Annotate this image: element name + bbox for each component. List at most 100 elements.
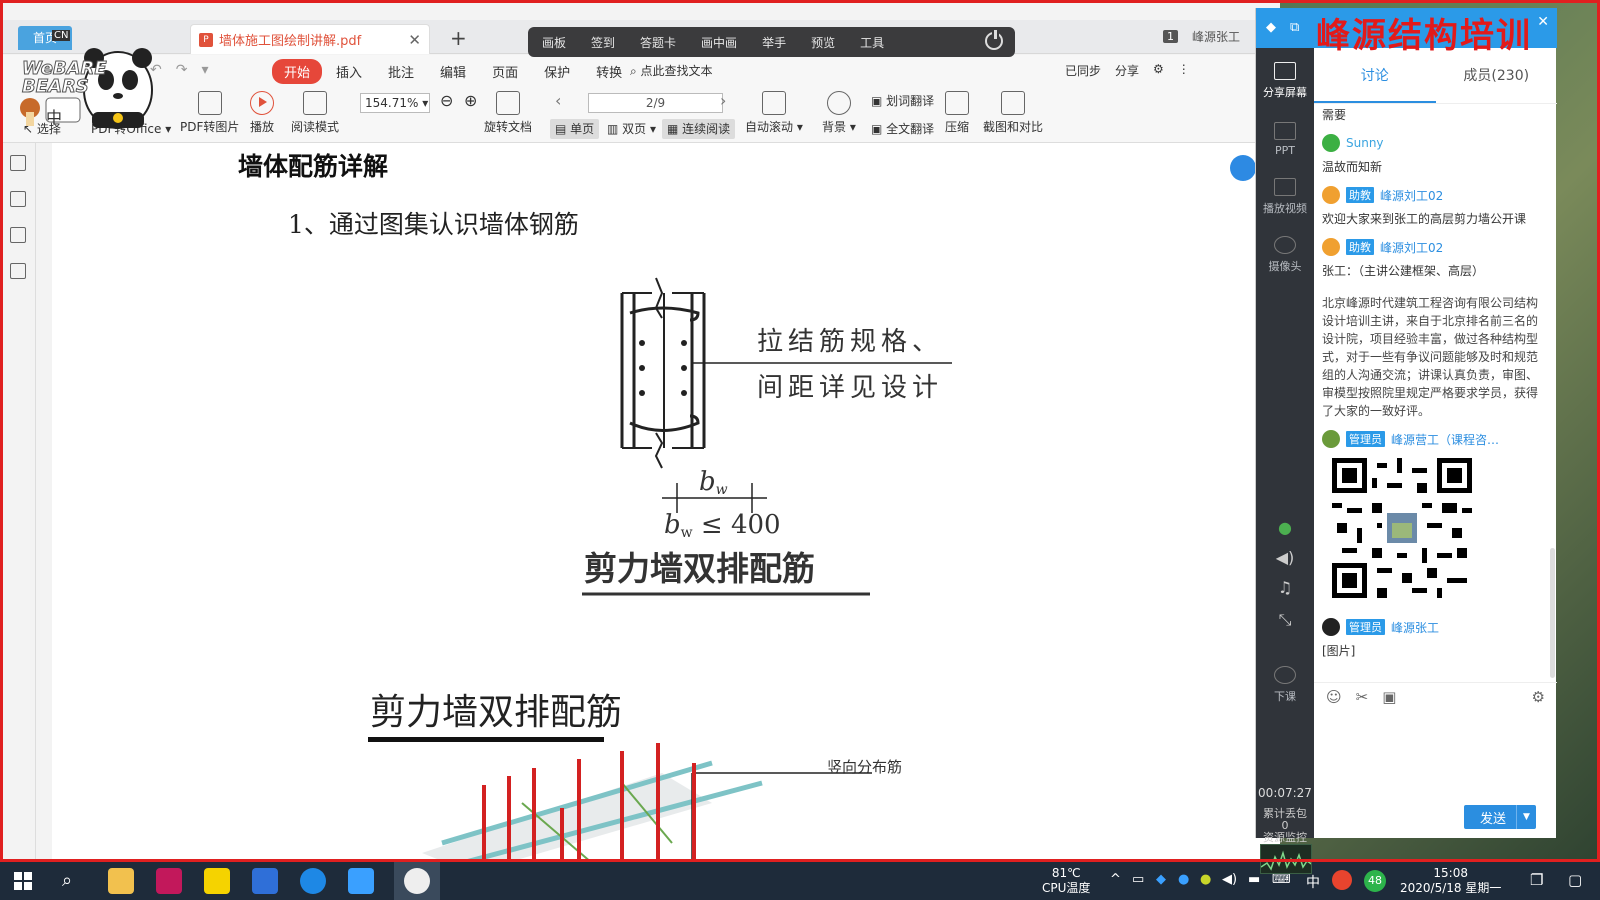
search-icon[interactable]: ⌕ (62, 870, 72, 891)
menu-protect[interactable]: 保护 (532, 59, 582, 84)
redo-icon[interactable]: ↷ (176, 62, 188, 78)
toolbar-preview[interactable]: 预览 (811, 34, 835, 51)
notification-count-badge[interactable]: 48 (1364, 870, 1386, 892)
toolbar-raise-hand[interactable]: 举手 (762, 34, 786, 51)
tray-app-icon[interactable]: ◆ (1156, 872, 1166, 887)
background-button[interactable]: 背景 ▾ (822, 91, 856, 135)
microphone-icon[interactable]: ● (1256, 518, 1314, 537)
play-button[interactable]: 播放 (250, 91, 274, 135)
task-view-icon[interactable]: ❐ (1530, 871, 1543, 889)
image-icon[interactable]: ▣ (1382, 688, 1396, 706)
toolbar-answer-card[interactable]: 答题卡 (640, 34, 676, 51)
dropdown-icon[interactable]: ▾ (201, 62, 208, 78)
double-page-button[interactable]: ▥ 双页 ▾ (602, 119, 661, 139)
zoom-out-icon[interactable]: ⊖ (440, 91, 453, 110)
zoom-in-icon[interactable]: ⊕ (464, 91, 477, 110)
menu-convert[interactable]: 转换 (584, 59, 634, 84)
tray-expand-icon[interactable]: ^ (1110, 872, 1121, 887)
sender-name[interactable]: 峰源张工 (1391, 619, 1439, 636)
chat-input[interactable] (1314, 710, 1550, 800)
message-scrollbar[interactable] (1550, 548, 1555, 678)
scissors-icon[interactable]: ✂ (1356, 688, 1369, 706)
toolbar-sign-in[interactable]: 签到 (591, 34, 615, 51)
qq-app-icon[interactable] (404, 868, 430, 894)
outline-icon[interactable] (9, 155, 26, 171)
keyboard-icon[interactable]: ⌨ (1272, 872, 1291, 887)
menu-annotate[interactable]: 批注 (376, 59, 426, 84)
menu-start[interactable]: 开始 (272, 59, 323, 84)
single-page-button[interactable]: ▤ 单页 (550, 119, 600, 139)
volume-icon[interactable]: ◀) (1222, 872, 1237, 887)
thumbnail-icon[interactable] (9, 191, 26, 207)
sender-name[interactable]: Sunny (1346, 136, 1384, 150)
word-translate-button[interactable]: ▣ 划词翻译 (866, 91, 939, 111)
share-screen-button[interactable]: 分享屏幕 (1256, 62, 1314, 100)
toolbar-picture-in-picture[interactable]: 画中画 (701, 34, 737, 51)
popout-icon[interactable]: ⧉ (1290, 20, 1299, 35)
ppt-button[interactable]: PPT (1256, 122, 1314, 157)
more-icon[interactable]: ⋮ (1178, 62, 1190, 79)
emoji-icon[interactable]: ☺ (1326, 688, 1342, 706)
battery-icon[interactable]: ▬ (1248, 872, 1260, 887)
sender-name[interactable]: 峰源刘工02 (1380, 187, 1443, 204)
sender-name[interactable]: 峰源营工（课程咨… (1391, 431, 1499, 448)
tab-document[interactable]: P 墙体施工图绘制讲解.pdf ✕ (190, 24, 430, 54)
fullscreen-icon[interactable]: ⤡ (1256, 610, 1314, 630)
sync-cloud-icon[interactable] (1230, 155, 1256, 181)
file-explorer-icon[interactable] (108, 868, 134, 894)
menu-edit[interactable]: 编辑 (428, 59, 478, 84)
windows-start-icon[interactable] (14, 872, 32, 890)
sync-status[interactable]: 已同步 (1065, 62, 1101, 79)
gear-icon[interactable]: ⚙ (1532, 688, 1545, 706)
menu-page[interactable]: 页面 (480, 59, 530, 84)
taskbar-ime[interactable]: 中 (1306, 872, 1320, 892)
end-class-button[interactable]: 下课 (1256, 666, 1314, 704)
tab-discussion[interactable]: 讨论 (1314, 48, 1436, 103)
sender-name[interactable]: 峰源刘工02 (1380, 239, 1443, 256)
security-tray-icon[interactable]: ● (1200, 872, 1211, 887)
pdf-to-image-button[interactable]: PDF转图片 (180, 91, 239, 135)
sogou-icon[interactable] (1332, 870, 1352, 890)
camera-button[interactable]: 摄像头 (1256, 236, 1314, 274)
window-count-badge[interactable]: 1 (1162, 30, 1178, 43)
share-button[interactable]: 分享 (1115, 62, 1139, 79)
next-page-icon[interactable]: › (720, 91, 726, 110)
browser-icon[interactable] (300, 868, 326, 894)
send-options-dropdown[interactable]: ▼ (1516, 805, 1536, 829)
compress-button[interactable]: 压缩 (945, 91, 969, 135)
page-number-input[interactable]: 2/9 (588, 93, 723, 113)
ie-tray-icon[interactable]: ● (1178, 872, 1189, 887)
read-mode-button[interactable]: 阅读模式 (291, 91, 339, 135)
word-icon[interactable] (252, 868, 278, 894)
toolbar-tools[interactable]: 工具 (860, 34, 884, 51)
pin-icon[interactable]: ◆ (1266, 20, 1276, 35)
screenshot-compare-button[interactable]: 截图和对比 (983, 91, 1043, 135)
gear-icon[interactable]: ⚙ (1153, 62, 1164, 79)
system-clock[interactable]: 15:08 2020/5/18 星期一 (1400, 866, 1501, 896)
new-tab-button[interactable]: + (450, 26, 467, 50)
continuous-read-button[interactable]: ▦ 连续阅读 (662, 119, 736, 139)
speaker-icon[interactable]: ◀) (1256, 548, 1314, 567)
close-icon[interactable]: ✕ (408, 31, 421, 49)
help-app-icon[interactable] (204, 868, 230, 894)
play-video-button[interactable]: 播放视频 (1256, 178, 1314, 216)
send-button[interactable]: 发送 ▼ (1464, 805, 1536, 829)
full-translate-button[interactable]: ▣ 全文翻译 (866, 119, 939, 139)
zoom-select[interactable]: 154.71% ▾ (360, 93, 430, 113)
toolbar-drawing-board[interactable]: 画板 (542, 34, 566, 51)
kpm-app-icon[interactable] (156, 868, 182, 894)
qr-code-image[interactable] (1332, 458, 1472, 598)
tag-icon[interactable] (9, 227, 26, 243)
network-icon[interactable]: ▭ (1132, 872, 1144, 887)
ime-indicator[interactable]: 中 (46, 104, 62, 128)
action-center-icon[interactable]: ▢ (1568, 871, 1582, 889)
prev-page-icon[interactable]: ‹ (555, 91, 561, 110)
tab-members[interactable]: 成员(230) (1436, 48, 1558, 103)
live-app-icon[interactable] (348, 868, 374, 894)
find-text-box[interactable]: ⌕ 点此查找文本 (630, 62, 713, 79)
bare-bears-widget[interactable]: WeBARE BEARS CN 中 (8, 20, 158, 130)
close-icon[interactable]: ✕ (1537, 14, 1549, 30)
power-icon[interactable] (985, 30, 1003, 50)
rotate-document-button[interactable]: 旋转文档 (484, 91, 532, 135)
menu-insert[interactable]: 插入 (324, 59, 374, 84)
